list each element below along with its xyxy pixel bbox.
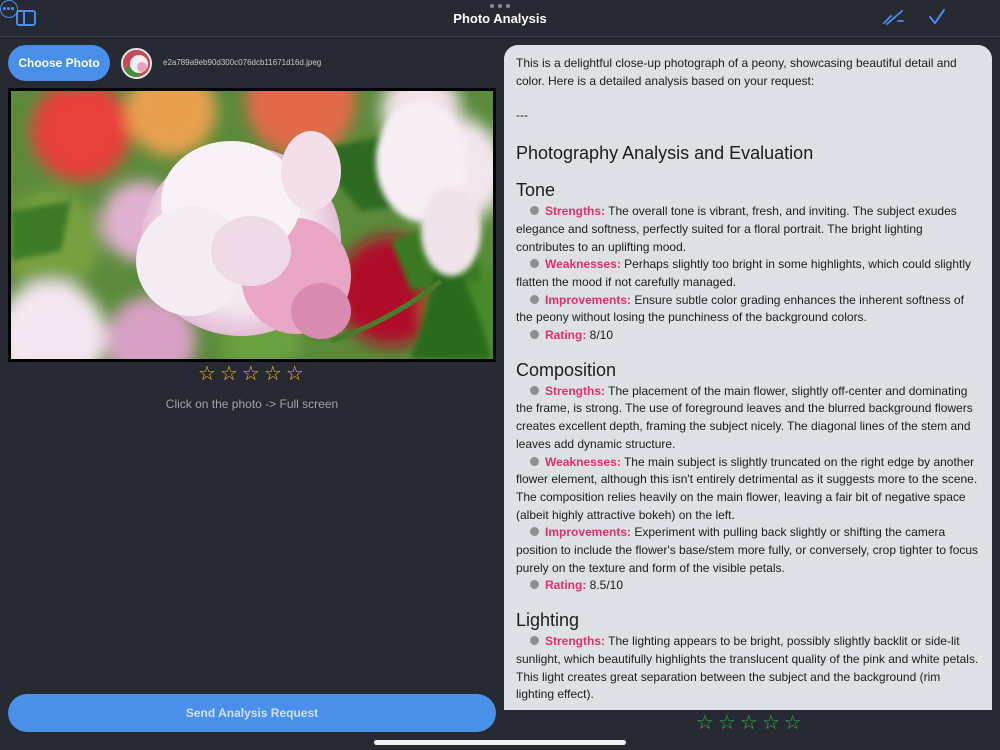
home-indicator[interactable] [374, 740, 626, 745]
multitasking-dots-icon[interactable] [490, 4, 510, 10]
item-label: Rating: [545, 328, 587, 343]
item-text: 8/10 [586, 328, 614, 343]
checkmark-icon[interactable] [928, 8, 946, 26]
section-composition: Composition Strengths: The placement of … [516, 359, 980, 595]
markup-pen-icon[interactable] [882, 8, 906, 26]
item-label: Strengths: [545, 634, 605, 649]
list-item: Rating: 8.5/10 [516, 577, 980, 595]
bullet-icon [530, 206, 539, 216]
bullet-icon [530, 456, 539, 466]
photo-filename: e2a789a9eb90d300c076dcb11671d16d.jpeg [163, 58, 322, 67]
item-label: Strengths: [545, 204, 605, 219]
star-icon[interactable]: ☆ [718, 713, 736, 733]
bullet-icon [530, 636, 539, 646]
item-label: Weaknesses: [545, 257, 621, 272]
list-item: Improvements: Ensure subtle color gradin… [516, 292, 980, 327]
section-title: Composition [516, 359, 617, 380]
list-item: Strengths: The lighting appears to be br… [516, 633, 980, 704]
photo-rating-stars[interactable]: ☆ ☆ ☆ ☆ ☆ [198, 364, 304, 384]
bullet-icon [530, 259, 539, 269]
bullet-icon [530, 330, 539, 340]
bullet-icon [530, 294, 539, 304]
choose-photo-button[interactable]: Choose Photo [8, 45, 110, 81]
star-icon[interactable]: ☆ [784, 713, 802, 733]
peony-photo[interactable] [8, 88, 496, 362]
star-icon[interactable]: ☆ [264, 364, 282, 384]
list-item: Strengths: The placement of the main flo… [516, 383, 980, 454]
star-icon[interactable]: ☆ [198, 364, 216, 384]
analysis-panel[interactable]: This is a delightful close-up photograph… [504, 45, 992, 710]
page-title: Photo Analysis [453, 11, 547, 26]
item-label: Improvements: [545, 525, 632, 540]
section-title: Tone [516, 180, 556, 201]
list-item: Rating: 8/10 [516, 327, 980, 345]
star-icon[interactable]: ☆ [696, 713, 714, 733]
list-item: Weaknesses: The main subject is slightly… [516, 454, 980, 525]
list-item: Strengths: The overall tone is vibrant, … [516, 203, 980, 256]
section-lighting: Lighting Strengths: The lighting appears… [516, 609, 980, 704]
bullet-icon [530, 385, 539, 395]
section-title: Lighting [516, 610, 580, 631]
list-item: Weaknesses: Perhaps slightly too bright … [516, 256, 980, 291]
item-label: Rating: [545, 578, 587, 593]
star-icon[interactable]: ☆ [220, 364, 238, 384]
analysis-intro: This is a delightful close-up photograph… [516, 56, 957, 88]
fullscreen-hint: Click on the photo -> Full screen [165, 397, 339, 411]
item-label: Strengths: [545, 383, 605, 398]
top-bar: Photo Analysis [0, 0, 1000, 37]
item-text: 8.5/10 [586, 578, 624, 593]
analysis-rating-stars[interactable]: ☆ ☆ ☆ ☆ ☆ [696, 713, 802, 733]
analysis-heading: Photography Analysis and Evaluation [516, 143, 814, 164]
photo-thumbnail [121, 48, 152, 79]
item-label: Weaknesses: [545, 454, 621, 469]
send-analysis-button[interactable]: Send Analysis Request [8, 694, 496, 732]
section-tone: Tone Strengths: The overall tone is vibr… [516, 179, 980, 345]
star-icon[interactable]: ☆ [762, 713, 780, 733]
star-icon[interactable]: ☆ [286, 364, 304, 384]
list-item: Improvements: Experiment with pulling ba… [516, 524, 980, 577]
star-icon[interactable]: ☆ [242, 364, 260, 384]
bullet-icon [530, 527, 539, 537]
item-label: Improvements: [545, 292, 632, 307]
analysis-divider: --- [516, 108, 528, 123]
star-icon[interactable]: ☆ [740, 713, 758, 733]
bullet-icon [530, 580, 539, 590]
